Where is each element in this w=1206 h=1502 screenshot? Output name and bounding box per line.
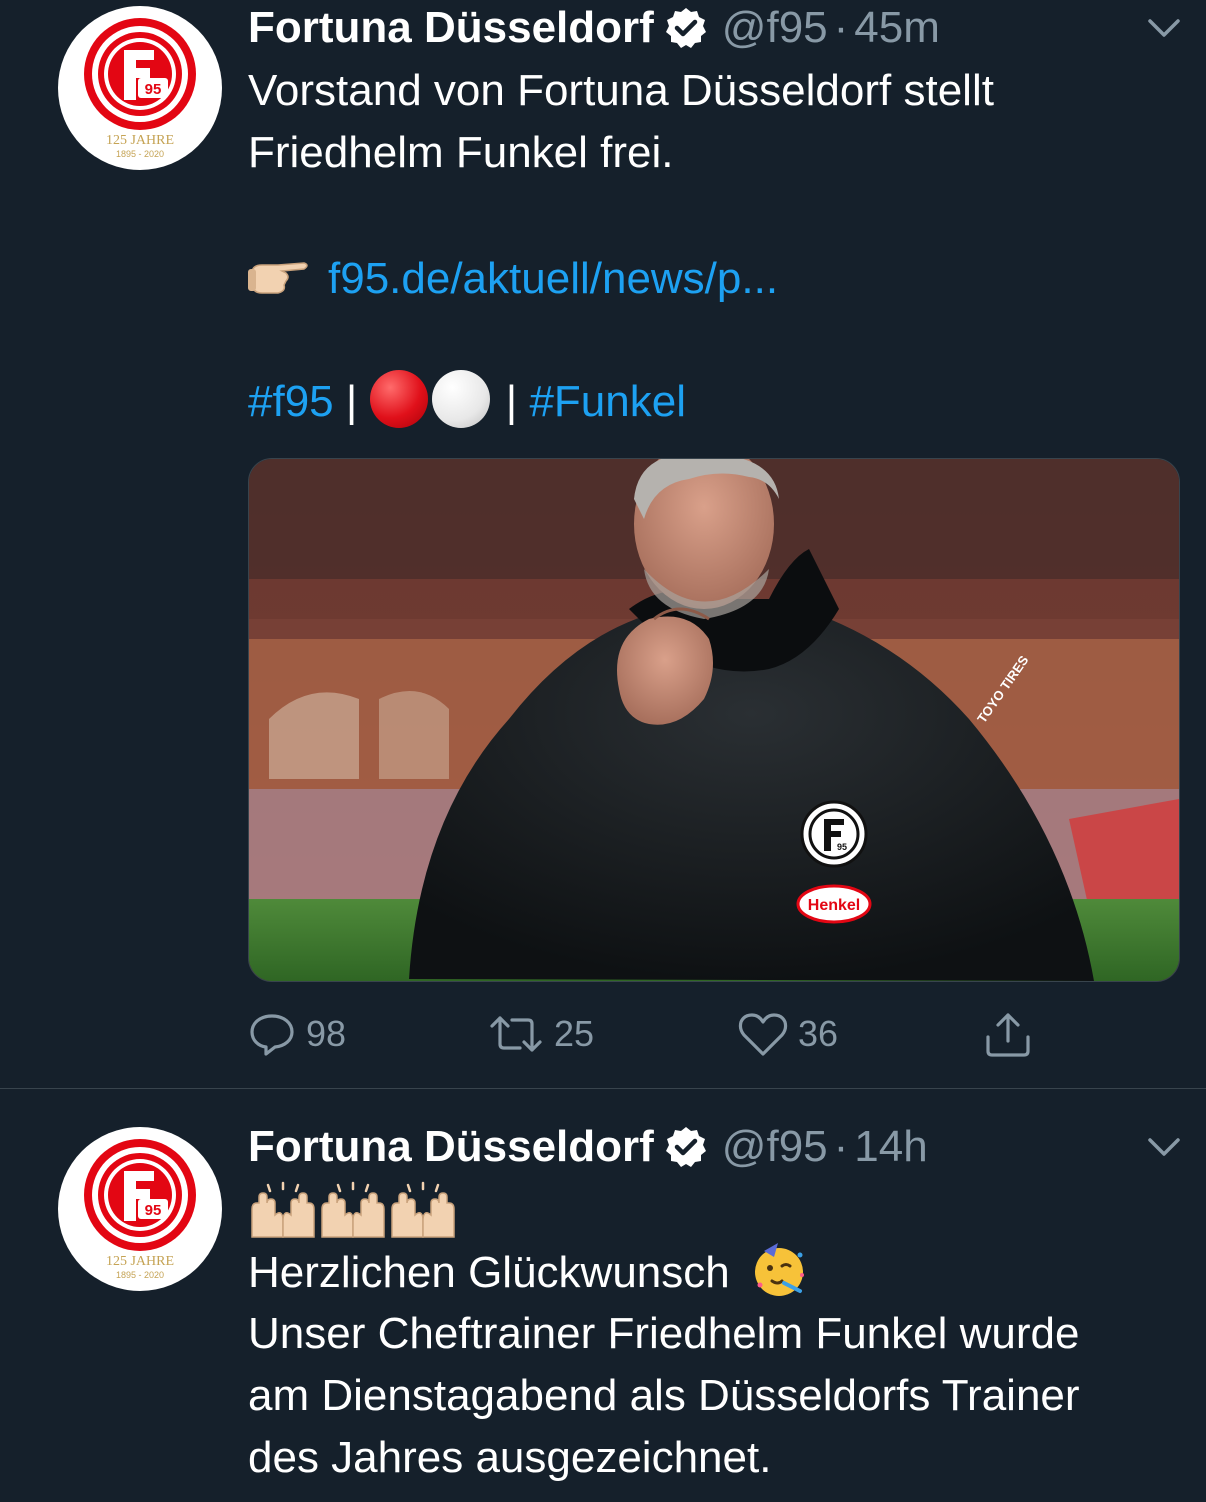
tweet-text-line: Vorstand von Fortuna Düsseldorf stellt bbox=[248, 66, 994, 115]
author-handle[interactable]: @f95 bbox=[722, 3, 828, 53]
backhand-index-pointing-right-icon bbox=[248, 254, 310, 298]
fortuna-logo: 95 125 JAHRE 1895 - 2020 bbox=[84, 18, 196, 159]
retweet-icon bbox=[490, 1016, 542, 1052]
avatar-anniversary-text: 125 JAHRE bbox=[106, 1254, 174, 1269]
coach-photo: 95 Henkel TOYO TIRES bbox=[249, 459, 1179, 981]
avatar[interactable]: 95 125 JAHRE 1895 - 2020 bbox=[58, 6, 222, 170]
tweet-header: Fortuna Düsseldorf @f95 · 45m bbox=[248, 0, 940, 56]
tweet-hashtags-line: #f95 | | #Funkel bbox=[248, 370, 1178, 433]
like-button[interactable]: 36 bbox=[738, 1004, 838, 1064]
heart-icon bbox=[738, 1013, 788, 1056]
like-count: 36 bbox=[798, 1013, 839, 1054]
chevron-down-icon[interactable] bbox=[1146, 10, 1182, 46]
avatar-anniversary-years: 1895 - 2020 bbox=[116, 149, 164, 159]
tweet-timestamp[interactable]: 45m bbox=[854, 3, 940, 53]
separator-dot: · bbox=[833, 3, 849, 52]
tweet-timestamp[interactable]: 14h bbox=[854, 1122, 927, 1172]
avatar-badge-number: 95 bbox=[145, 1202, 162, 1219]
tweet-text-line: Unser Cheftrainer Friedhelm Funkel wurde bbox=[248, 1309, 1080, 1358]
separator: | bbox=[345, 377, 358, 426]
hashtag-funkel[interactable]: #Funkel bbox=[529, 377, 686, 426]
verified-badge-icon bbox=[664, 1125, 708, 1169]
tweet-text-line: des Jahres ausgezeichnet. bbox=[248, 1433, 772, 1482]
red-circle-icon bbox=[369, 370, 428, 428]
hashtag-f95[interactable]: #f95 bbox=[248, 377, 334, 426]
separator-dot: · bbox=[833, 1122, 849, 1171]
retweet-count: 25 bbox=[554, 1013, 595, 1054]
tweet[interactable]: 95 125 JAHRE 1895 - 2020 Fortuna Düsseld… bbox=[0, 0, 1206, 1089]
emoji-line bbox=[248, 1179, 1178, 1241]
author-name[interactable]: Fortuna Düsseldorf bbox=[248, 3, 654, 53]
tweet-link-line: f95.de/aktuell/news/p... bbox=[248, 248, 1178, 310]
tweet-actions: 98 25 36 bbox=[248, 1004, 1178, 1064]
avatar-badge-number: 95 bbox=[145, 81, 162, 98]
raising-hands-icon bbox=[321, 1181, 385, 1238]
author-name[interactable]: Fortuna Düsseldorf bbox=[248, 1122, 654, 1172]
separator: | bbox=[505, 377, 518, 426]
chevron-down-icon[interactable] bbox=[1146, 1129, 1182, 1165]
fortuna-logo: 95 125 JAHRE 1895 - 2020 bbox=[84, 1139, 196, 1280]
raising-hands-emoji-row bbox=[251, 1181, 455, 1238]
tweet-text-line: Herzlichen Glückwunsch bbox=[248, 1248, 730, 1297]
tweet-media-photo[interactable]: 95 Henkel TOYO TIRES bbox=[248, 458, 1180, 982]
partying-face-icon bbox=[750, 1241, 808, 1299]
sponsor-text: Henkel bbox=[808, 897, 860, 914]
tweet-text-line: Friedhelm Funkel frei. bbox=[248, 128, 674, 177]
reply-button[interactable]: 98 bbox=[248, 1004, 346, 1064]
share-button[interactable] bbox=[983, 1004, 1033, 1064]
avatar-anniversary-text: 125 JAHRE bbox=[106, 133, 174, 148]
author-handle[interactable]: @f95 bbox=[722, 1122, 828, 1172]
timeline-feed: 95 125 JAHRE 1895 - 2020 Fortuna Düsseld… bbox=[0, 0, 1206, 1502]
reply-count: 98 bbox=[306, 1013, 347, 1054]
tweet-text-line-with-emoji: Herzlichen Glückwunsch bbox=[248, 1241, 1178, 1304]
white-circle-icon bbox=[431, 370, 490, 428]
avatar[interactable]: 95 125 JAHRE 1895 - 2020 bbox=[58, 1127, 222, 1291]
avatar-anniversary-years: 1895 - 2020 bbox=[116, 1270, 164, 1280]
tweet-text-line: am Dienstagabend als Düsseldorfs Trainer bbox=[248, 1371, 1080, 1420]
raising-hands-icon bbox=[251, 1181, 315, 1238]
raising-hands-icon bbox=[391, 1181, 455, 1238]
tweet-link[interactable]: f95.de/aktuell/news/p... bbox=[328, 254, 778, 303]
tweet-header: Fortuna Düsseldorf @f95 · 14h bbox=[248, 1119, 928, 1175]
share-icon bbox=[986, 1013, 1030, 1057]
retweet-button[interactable]: 25 bbox=[488, 1004, 594, 1064]
reply-icon bbox=[250, 1014, 294, 1056]
jacket-badge-number: 95 bbox=[837, 842, 847, 852]
tweet[interactable]: 95 125 JAHRE 1895 - 2020 Fortuna Düsseld… bbox=[0, 1089, 1206, 1502]
verified-badge-icon bbox=[664, 6, 708, 50]
